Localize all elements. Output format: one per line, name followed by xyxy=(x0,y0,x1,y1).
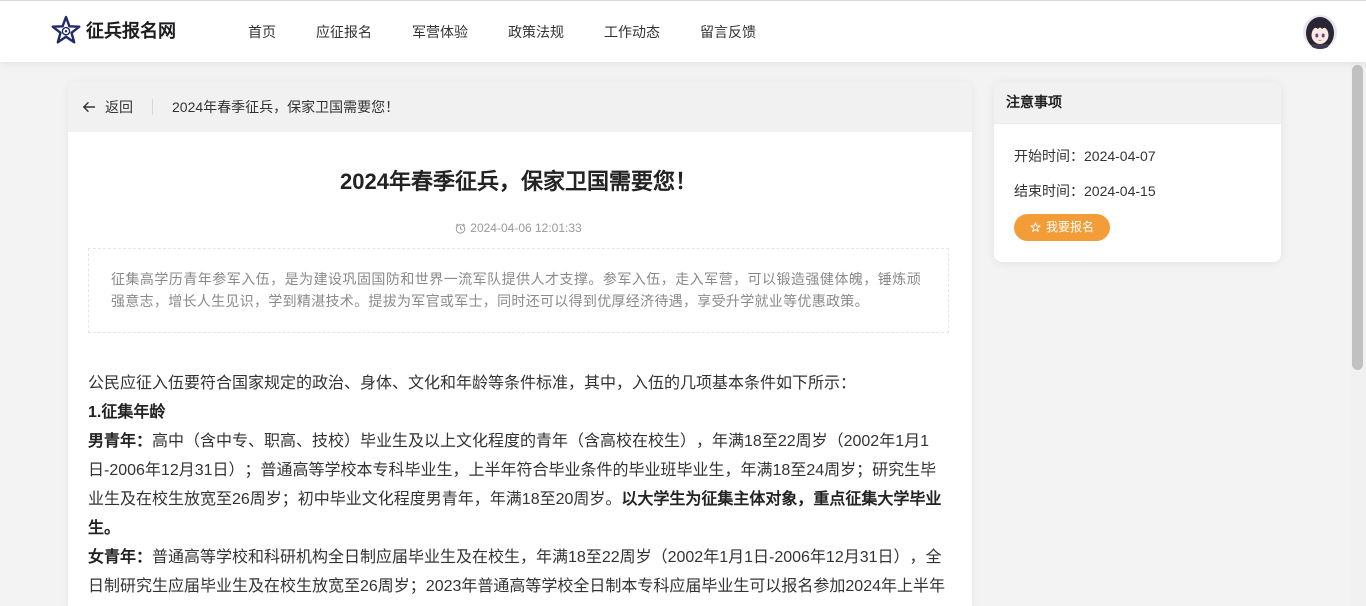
nav-item-camp-experience[interactable]: 军营体验 xyxy=(412,22,468,42)
nav-item-feedback[interactable]: 留言反馈 xyxy=(700,22,756,42)
top-navbar: 征兵报名网 首页 应征报名 军营体验 政策法规 工作动态 留言反馈 xyxy=(0,0,1366,62)
end-time-row: 结束时间：2024-04-15 xyxy=(1014,181,1261,201)
article-body: 2024年春季征兵，保家卫国需要您！ 2024-04-06 12:01:33 征… xyxy=(68,167,972,601)
notice-card: 注意事项 开始时间：2024-04-07 结束时间：2024-04-15 我要报… xyxy=(994,82,1281,262)
end-time-label: 结束时间： xyxy=(1014,183,1084,199)
star-emblem-icon[interactable] xyxy=(50,15,82,47)
section-heading-text: 1.征集年龄 xyxy=(88,404,166,421)
start-time-label: 开始时间： xyxy=(1014,148,1084,164)
article-summary: 征集高学历青年参军入伍，是为建设巩固国防和世界一流军队提供人才支撑。参军入伍，走… xyxy=(88,248,949,333)
back-button[interactable]: 返回 xyxy=(82,97,133,117)
article-title: 2024年春季征兵，保家卫国需要您！ xyxy=(340,169,697,194)
breadcrumb-current: 2024年春季征兵，保家卫国需要您！ xyxy=(172,99,400,115)
scrollbar-thumb[interactable] xyxy=(1352,65,1363,370)
nav-item-policies[interactable]: 政策法规 xyxy=(508,22,564,42)
back-label: 返回 xyxy=(105,99,133,115)
nav-item-home[interactable]: 首页 xyxy=(248,22,276,42)
page-scrollbar[interactable] xyxy=(1349,62,1366,606)
content-male-requirements: 男青年：高中（含中专、职高、技校）毕业生及以上文化程度的青年（含高校在校生），年… xyxy=(88,427,949,543)
end-time-value: 2024-04-15 xyxy=(1084,183,1156,199)
star-outline-icon xyxy=(1030,222,1041,232)
signup-button-label: 我要报名 xyxy=(1045,220,1094,234)
arrow-left-icon xyxy=(83,102,96,112)
main-nav: 首页 应征报名 军营体验 政策法规 工作动态 留言反馈 xyxy=(248,1,756,62)
publish-time-text: 2024-04-06 12:01:33 xyxy=(470,221,582,235)
nav-item-enlist[interactable]: 应征报名 xyxy=(316,22,372,42)
notice-body: 开始时间：2024-04-07 结束时间：2024-04-15 我要报名 xyxy=(994,124,1281,241)
breadcrumb-divider xyxy=(152,99,153,115)
notice-title: 注意事项 xyxy=(994,82,1281,124)
nav-item-news[interactable]: 工作动态 xyxy=(604,22,660,42)
breadcrumb: 返回 2024年春季征兵，保家卫国需要您！ xyxy=(68,82,972,132)
article-content: 公民应征入伍要符合国家规定的政治、身体、文化和年龄等条件标准，其中，入伍的几项基… xyxy=(88,369,949,601)
content-section-heading: 1.征集年龄 xyxy=(88,398,949,427)
content-intro: 公民应征入伍要符合国家规定的政治、身体、文化和年龄等条件标准，其中，入伍的几项基… xyxy=(88,375,857,392)
article-card: 返回 2024年春季征兵，保家卫国需要您！ 2024年春季征兵，保家卫国需要您！… xyxy=(68,82,972,606)
site-name[interactable]: 征兵报名网 xyxy=(86,19,176,43)
content-female-requirements: 女青年：普通高等学校和科研机构全日制应届毕业生及在校生，年满18至22周岁（20… xyxy=(88,543,949,601)
start-time-value: 2024-04-07 xyxy=(1084,148,1156,164)
publish-time: 2024-04-06 12:01:33 xyxy=(88,218,949,238)
male-label: 男青年： xyxy=(88,433,153,450)
female-text: 普通高等学校和科研机构全日制应届毕业生及在校生，年满18至22周岁（2002年1… xyxy=(88,549,945,595)
start-time-row: 开始时间：2024-04-07 xyxy=(1014,146,1261,166)
user-avatar[interactable] xyxy=(1303,15,1337,49)
clock-icon xyxy=(456,223,466,234)
signup-button[interactable]: 我要报名 xyxy=(1014,214,1110,241)
female-label: 女青年： xyxy=(88,549,153,566)
